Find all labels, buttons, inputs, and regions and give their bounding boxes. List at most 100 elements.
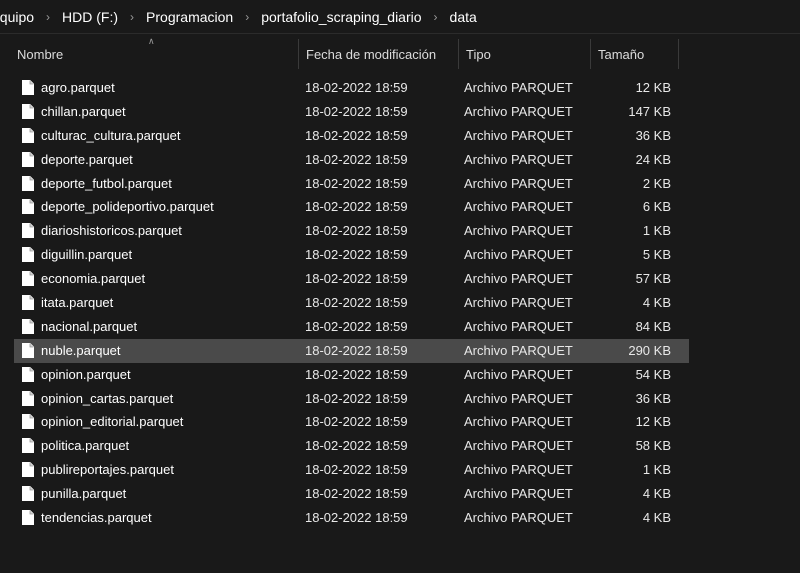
breadcrumb: equipo › HDD (F:) › Programacion › porta… <box>0 0 800 34</box>
file-icon <box>22 247 34 263</box>
file-name: punilla.parquet <box>41 486 127 502</box>
file-size: 24 KB <box>635 151 671 167</box>
file-size: 1 KB <box>642 462 671 478</box>
file-date: 18-02-2022 18:59 <box>305 390 408 406</box>
chevron-right-icon: › <box>130 9 135 24</box>
file-type: Archivo PARQUET <box>464 223 573 239</box>
breadcrumb-item-hdd[interactable]: HDD (F:) <box>60 9 120 25</box>
file-size: 36 KB <box>635 390 671 406</box>
file-row[interactable]: politica.parquet 18-02-2022 18:59 Archivo … <box>14 434 689 458</box>
file-size: 4 KB <box>642 486 671 502</box>
file-type: Archivo PARQUET <box>464 199 573 215</box>
file-name: deporte_futbol.parquet <box>41 175 172 191</box>
file-row[interactable]: opinion_editorial.parquet 18-02-2022 18:5… <box>14 410 689 434</box>
column-header-name-label: Nombre <box>17 46 64 62</box>
file-name: deporte_polideportivo.parquet <box>41 199 214 215</box>
file-type: Archivo PARQUET <box>464 127 573 143</box>
file-icon <box>22 462 34 478</box>
file-type: Archivo PARQUET <box>464 366 573 382</box>
file-row[interactable]: diguillin.parquet 18-02-2022 18:59 Archivo… <box>14 243 689 267</box>
file-type: Archivo PARQUET <box>464 318 573 334</box>
file-icon <box>22 414 34 430</box>
file-row[interactable]: opinion.parquet 18-02-2022 18:59 Archivo P… <box>14 363 689 387</box>
file-icon <box>22 366 34 382</box>
file-type: Archivo PARQUET <box>464 247 573 263</box>
file-date: 18-02-2022 18:59 <box>305 510 408 526</box>
file-size: 58 KB <box>635 438 671 454</box>
column-header-type-label: Tipo <box>466 46 491 62</box>
file-size: 147 KB <box>628 103 671 119</box>
file-size: 36 KB <box>635 127 671 143</box>
file-row[interactable]: itata.parquet 18-02-2022 18:59 Archivo PAR… <box>14 291 689 315</box>
file-type: Archivo PARQUET <box>464 80 573 95</box>
file-size: 12 KB <box>635 80 671 95</box>
file-row[interactable]: culturac_cultura.parquet 18-02-2022 18:59… <box>14 124 689 148</box>
file-date: 18-02-2022 18:59 <box>305 271 408 287</box>
file-row[interactable]: deporte_polideportivo.parquet 18-02-2022 … <box>14 195 689 219</box>
file-icon <box>22 127 34 143</box>
file-date: 18-02-2022 18:59 <box>305 462 408 478</box>
file-date: 18-02-2022 18:59 <box>305 151 408 167</box>
file-name: chillan.parquet <box>41 103 126 119</box>
file-icon <box>22 318 34 334</box>
file-row[interactable]: economia.parquet 18-02-2022 18:59 Archivo … <box>14 267 689 291</box>
file-row[interactable]: deporte.parquet 18-02-2022 18:59 Archivo P… <box>14 148 689 172</box>
file-name: itata.parquet <box>41 295 114 311</box>
file-date: 18-02-2022 18:59 <box>305 80 408 95</box>
file-type: Archivo PARQUET <box>464 438 573 454</box>
file-row[interactable]: nuble.parquet 18-02-2022 18:59 Archivo PAR… <box>14 338 689 363</box>
file-name: nacional.parquet <box>41 318 138 334</box>
file-icon <box>22 175 34 191</box>
file-row[interactable]: chillan.parquet 18-02-2022 18:59 Archivo P… <box>14 100 689 124</box>
column-header-name[interactable]: ∧ Nombre <box>0 36 298 69</box>
column-header-size-label: Tamaño <box>598 46 645 62</box>
file-row[interactable]: diarioshistoricos.parquet 18-02-2022 18:5… <box>14 219 689 243</box>
file-icon <box>22 390 34 406</box>
column-header-date-label: Fecha de modificación <box>306 46 437 62</box>
file-name: nuble.parquet <box>41 342 121 358</box>
file-icon <box>22 510 34 526</box>
file-type: Archivo PARQUET <box>464 295 573 311</box>
chevron-right-icon: › <box>433 9 438 24</box>
file-date: 18-02-2022 18:59 <box>305 103 408 119</box>
column-header-type[interactable]: Tipo <box>458 39 590 69</box>
file-name: tendencias.parquet <box>41 510 152 526</box>
breadcrumb-item-programacion[interactable]: Programacion <box>144 9 235 25</box>
file-name: agro.parquet <box>41 80 115 95</box>
file-row[interactable]: agro.parquet 18-02-2022 18:59 Archivo PARQ… <box>14 76 689 100</box>
chevron-right-icon: › <box>46 9 51 24</box>
file-date: 18-02-2022 18:59 <box>305 175 408 191</box>
file-type: Archivo PARQUET <box>464 103 573 119</box>
file-row[interactable]: tendencias.parquet 18-02-2022 18:59 Archiv… <box>14 506 689 530</box>
file-size: 54 KB <box>635 366 671 382</box>
file-row[interactable]: punilla.parquet 18-02-2022 18:59 Archivo P… <box>14 482 689 506</box>
file-name: diguillin.parquet <box>41 247 133 263</box>
file-date: 18-02-2022 18:59 <box>305 223 408 239</box>
file-row[interactable]: publireportajes.parquet 18-02-2022 18:59 A… <box>14 458 689 482</box>
file-size: 12 KB <box>635 414 671 430</box>
file-type: Archivo PARQUET <box>464 486 573 502</box>
file-icon <box>22 151 34 167</box>
file-row[interactable]: nacional.parquet 18-02-2022 18:59 Archivo … <box>14 315 689 339</box>
file-date: 18-02-2022 18:59 <box>305 127 408 143</box>
column-header-size[interactable]: Tamaño <box>590 39 679 69</box>
file-row[interactable]: deporte_futbol.parquet 18-02-2022 18:59 Ar… <box>14 172 689 196</box>
file-icon <box>22 342 34 358</box>
file-icon <box>22 438 34 454</box>
file-icon <box>22 295 34 311</box>
file-name: culturac_cultura.parquet <box>41 127 181 143</box>
file-type: Archivo PARQUET <box>464 510 573 526</box>
file-name: publireportajes.parquet <box>41 462 174 478</box>
breadcrumb-item-portafolio[interactable]: portafolio_scraping_diario <box>259 9 423 25</box>
breadcrumb-item-data[interactable]: data <box>448 9 479 25</box>
file-row[interactable]: opinion_cartas.parquet 18-02-2022 18:59 Ar… <box>14 387 689 411</box>
file-name: opinion_cartas.parquet <box>41 390 174 406</box>
file-date: 18-02-2022 18:59 <box>305 295 408 311</box>
file-name: opinion_editorial.parquet <box>41 414 184 430</box>
file-name: politica.parquet <box>41 438 130 454</box>
file-icon <box>22 80 34 95</box>
breadcrumb-item-equipo[interactable]: equipo <box>0 9 36 25</box>
file-size: 84 KB <box>635 318 671 334</box>
column-header-date[interactable]: Fecha de modificación <box>298 39 458 69</box>
file-date: 18-02-2022 18:59 <box>305 247 408 263</box>
